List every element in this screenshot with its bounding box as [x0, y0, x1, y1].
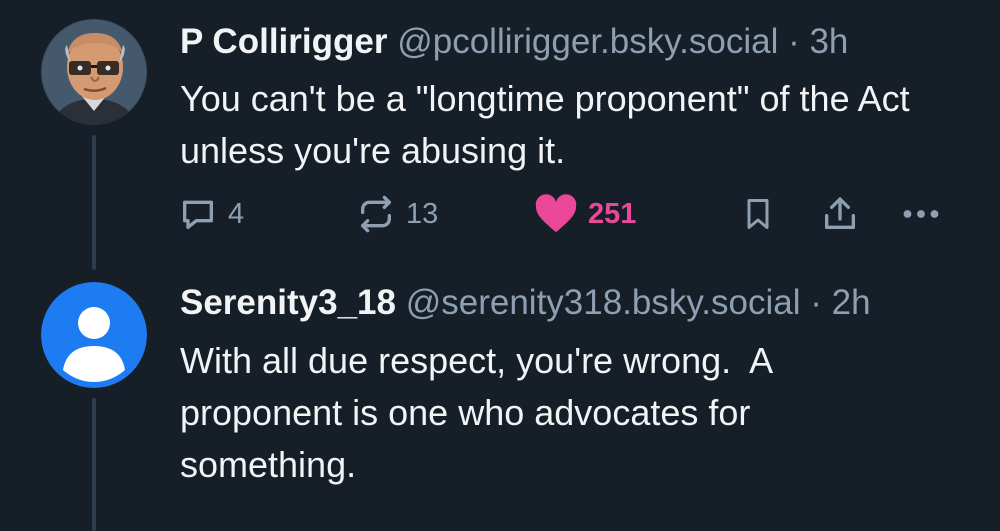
share-button[interactable] — [820, 192, 860, 236]
post-header: Serenity3_18 @serenity318.bsky.social · … — [180, 283, 871, 323]
author-name[interactable]: Serenity3_18 — [180, 283, 396, 322]
timestamp[interactable]: 2h — [832, 283, 871, 322]
separator: · — [788, 22, 800, 61]
illustrated-portrait-avatar-icon — [41, 19, 147, 125]
post-reply[interactable]: Serenity3_18 @serenity318.bsky.social · … — [0, 280, 1000, 531]
bookmark-icon — [747, 199, 769, 229]
author-name[interactable]: P Collirigger — [180, 22, 387, 61]
like-count: 251 — [588, 197, 637, 230]
reply-count: 4 — [228, 197, 245, 230]
avatar[interactable] — [41, 282, 147, 388]
like-button[interactable]: 251 — [534, 192, 636, 236]
post-text: You can't be a "longtime proponent" of t… — [180, 78, 910, 171]
more-options-button[interactable] — [900, 192, 942, 236]
author-handle[interactable]: @pcollirigger.bsky.social — [397, 22, 778, 61]
heart-icon — [535, 194, 577, 233]
post-text: With all due respect, you're wrong. A pr… — [180, 340, 782, 485]
default-user-avatar-icon — [41, 282, 147, 388]
reply-button[interactable]: 4 — [178, 192, 244, 236]
timestamp[interactable]: 3h — [809, 22, 848, 61]
share-icon — [825, 197, 855, 229]
post-header: P Collirigger @pcollirigger.bsky.social … — [180, 22, 848, 62]
repost-icon — [361, 195, 391, 233]
avatar[interactable] — [41, 19, 147, 125]
separator: · — [810, 283, 822, 322]
bookmark-button[interactable] — [740, 192, 776, 236]
more-icon — [903, 210, 939, 218]
repost-count: 13 — [406, 197, 439, 230]
reply-icon — [183, 200, 213, 229]
post-actions: 4 13 251 — [178, 192, 958, 236]
repost-button[interactable]: 13 — [356, 192, 438, 236]
post-parent[interactable]: P Collirigger @pcollirigger.bsky.social … — [0, 0, 1000, 280]
author-handle[interactable]: @serenity318.bsky.social — [406, 283, 801, 322]
